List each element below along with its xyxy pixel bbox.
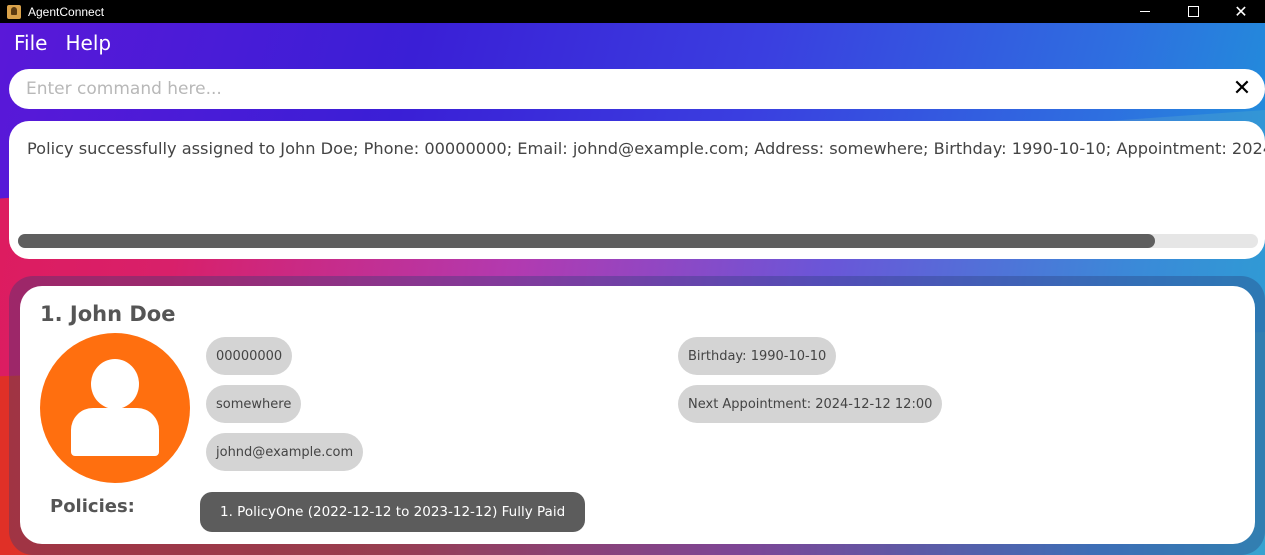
window-controls: ✕	[1121, 0, 1265, 23]
menu-help[interactable]: Help	[65, 31, 111, 55]
command-box: ✕	[9, 69, 1265, 109]
appointment-tag: Next Appointment: 2024-12-12 12:00	[678, 385, 943, 423]
menu-file[interactable]: File	[14, 31, 47, 55]
person-name: 1. John Doe	[40, 302, 176, 326]
result-text: Policy successfully assigned to John Doe…	[27, 139, 1265, 158]
maximize-button[interactable]	[1169, 0, 1217, 23]
birthday-tag: Birthday: 1990-10-10	[678, 337, 837, 375]
policies-label: Policies:	[50, 496, 135, 517]
avatar-body	[71, 408, 159, 456]
close-window-button[interactable]: ✕	[1217, 0, 1265, 23]
window-title: AgentConnect	[28, 4, 105, 19]
phone-tag: 00000000	[206, 337, 293, 375]
email-tag: johnd@example.com	[206, 433, 364, 471]
app-icon	[7, 4, 21, 19]
person-list-panel: 1. John Doe 00000000 somewhere johnd@exa…	[9, 276, 1265, 555]
close-icon[interactable]: ✕	[1231, 76, 1253, 101]
app-window: File Help ✕ Policy successfully assigned…	[0, 23, 1265, 555]
avatar-head	[91, 359, 139, 409]
horizontal-scrollbar[interactable]	[18, 234, 1258, 248]
minimize-button[interactable]	[1121, 0, 1169, 23]
policy-item: 1. PolicyOne (2022-12-12 to 2023-12-12) …	[200, 492, 586, 532]
result-display: Policy successfully assigned to John Doe…	[9, 121, 1265, 259]
scrollbar-thumb[interactable]	[18, 234, 1155, 248]
title-bar: AgentConnect ✕	[0, 0, 1265, 23]
person-card[interactable]: 1. John Doe 00000000 somewhere johnd@exa…	[20, 286, 1255, 544]
address-tag: somewhere	[206, 385, 302, 423]
command-input[interactable]	[26, 79, 1206, 99]
person-icon	[40, 333, 190, 483]
menu-bar: File Help	[14, 31, 111, 55]
